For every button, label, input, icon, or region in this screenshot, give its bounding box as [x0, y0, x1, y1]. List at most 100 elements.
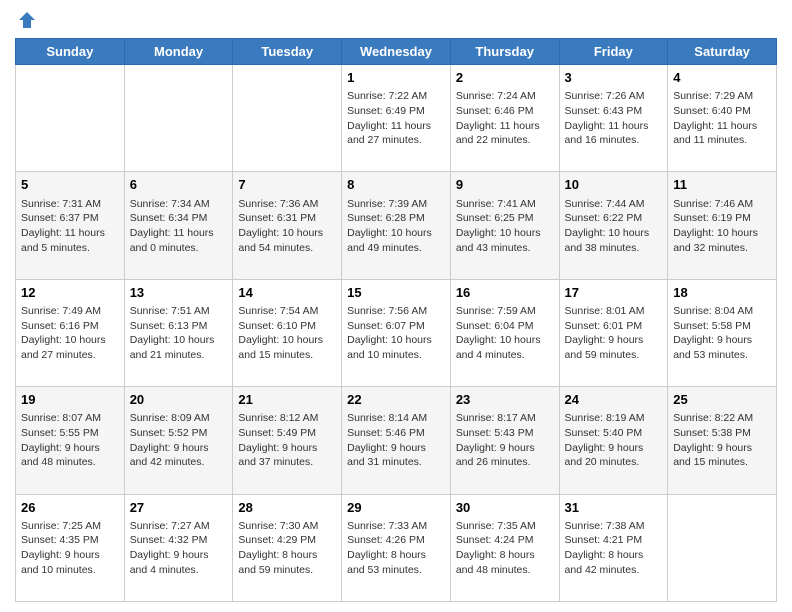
- day-number: 8: [347, 176, 445, 194]
- day-info: Sunrise: 7:24 AMSunset: 6:46 PMDaylight:…: [456, 90, 540, 146]
- calendar-cell: 21 Sunrise: 8:12 AMSunset: 5:49 PMDayligh…: [233, 387, 342, 494]
- calendar-cell: 30 Sunrise: 7:35 AMSunset: 4:24 PMDayligh…: [450, 494, 559, 601]
- calendar-cell: 8 Sunrise: 7:39 AMSunset: 6:28 PMDaylight…: [342, 172, 451, 279]
- calendar-cell: 9 Sunrise: 7:41 AMSunset: 6:25 PMDaylight…: [450, 172, 559, 279]
- day-info: Sunrise: 7:22 AMSunset: 6:49 PMDaylight:…: [347, 90, 431, 146]
- calendar-cell: 31 Sunrise: 7:38 AMSunset: 4:21 PMDayligh…: [559, 494, 668, 601]
- day-info: Sunrise: 7:27 AMSunset: 4:32 PMDaylight:…: [130, 520, 210, 576]
- day-info: Sunrise: 8:19 AMSunset: 5:40 PMDaylight:…: [565, 412, 645, 468]
- calendar-cell: 24 Sunrise: 8:19 AMSunset: 5:40 PMDayligh…: [559, 387, 668, 494]
- day-number: 20: [130, 391, 228, 409]
- calendar-cell: [16, 65, 125, 172]
- calendar-cell: 26 Sunrise: 7:25 AMSunset: 4:35 PMDayligh…: [16, 494, 125, 601]
- calendar-cell: 20 Sunrise: 8:09 AMSunset: 5:52 PMDayligh…: [124, 387, 233, 494]
- day-info: Sunrise: 7:35 AMSunset: 4:24 PMDaylight:…: [456, 520, 536, 576]
- day-number: 11: [673, 176, 771, 194]
- calendar-cell: 23 Sunrise: 8:17 AMSunset: 5:43 PMDayligh…: [450, 387, 559, 494]
- day-number: 15: [347, 284, 445, 302]
- calendar-cell: 5 Sunrise: 7:31 AMSunset: 6:37 PMDaylight…: [16, 172, 125, 279]
- calendar-cell: 27 Sunrise: 7:27 AMSunset: 4:32 PMDayligh…: [124, 494, 233, 601]
- day-info: Sunrise: 7:25 AMSunset: 4:35 PMDaylight:…: [21, 520, 101, 576]
- calendar-cell: 17 Sunrise: 8:01 AMSunset: 6:01 PMDayligh…: [559, 279, 668, 386]
- calendar-cell: [233, 65, 342, 172]
- day-info: Sunrise: 8:22 AMSunset: 5:38 PMDaylight:…: [673, 412, 753, 468]
- day-number: 14: [238, 284, 336, 302]
- day-number: 26: [21, 499, 119, 517]
- day-info: Sunrise: 7:39 AMSunset: 6:28 PMDaylight:…: [347, 198, 432, 254]
- week-row-3: 12 Sunrise: 7:49 AMSunset: 6:16 PMDayligh…: [16, 279, 777, 386]
- day-info: Sunrise: 7:36 AMSunset: 6:31 PMDaylight:…: [238, 198, 323, 254]
- day-number: 17: [565, 284, 663, 302]
- day-info: Sunrise: 8:14 AMSunset: 5:46 PMDaylight:…: [347, 412, 427, 468]
- page: SundayMondayTuesdayWednesdayThursdayFrid…: [0, 0, 792, 612]
- day-info: Sunrise: 7:34 AMSunset: 6:34 PMDaylight:…: [130, 198, 214, 254]
- column-header-thursday: Thursday: [450, 39, 559, 65]
- day-info: Sunrise: 8:17 AMSunset: 5:43 PMDaylight:…: [456, 412, 536, 468]
- calendar-cell: 28Sunrise: 7:30 AMSunset: 4:29 PMDayligh…: [233, 494, 342, 601]
- calendar-cell: 13 Sunrise: 7:51 AMSunset: 6:13 PMDayligh…: [124, 279, 233, 386]
- calendar-cell: 22 Sunrise: 8:14 AMSunset: 5:46 PMDayligh…: [342, 387, 451, 494]
- day-number: 10: [565, 176, 663, 194]
- day-info: Sunrise: 7:33 AMSunset: 4:26 PMDaylight:…: [347, 520, 427, 576]
- column-header-saturday: Saturday: [668, 39, 777, 65]
- calendar-cell: 11 Sunrise: 7:46 AMSunset: 6:19 PMDayligh…: [668, 172, 777, 279]
- calendar-cell: 6 Sunrise: 7:34 AMSunset: 6:34 PMDaylight…: [124, 172, 233, 279]
- day-info: Sunrise: 7:41 AMSunset: 6:25 PMDaylight:…: [456, 198, 541, 254]
- day-number: 23: [456, 391, 554, 409]
- calendar-cell: 10 Sunrise: 7:44 AMSunset: 6:22 PMDayligh…: [559, 172, 668, 279]
- header: [15, 10, 777, 30]
- day-number: 25: [673, 391, 771, 409]
- calendar-cell: 18Sunrise: 8:04 AMSunset: 5:58 PMDayligh…: [668, 279, 777, 386]
- day-info: Sunrise: 7:44 AMSunset: 6:22 PMDaylight:…: [565, 198, 650, 254]
- day-info: Sunrise: 8:09 AMSunset: 5:52 PMDaylight:…: [130, 412, 210, 468]
- column-header-friday: Friday: [559, 39, 668, 65]
- day-number: 13: [130, 284, 228, 302]
- day-number: 9: [456, 176, 554, 194]
- day-number: 21: [238, 391, 336, 409]
- day-number: 4: [673, 69, 771, 87]
- calendar-cell: 19Sunrise: 8:07 AMSunset: 5:55 PMDayligh…: [16, 387, 125, 494]
- calendar-cell: 15Sunrise: 7:56 AMSunset: 6:07 PMDayligh…: [342, 279, 451, 386]
- week-row-1: 1 Sunrise: 7:22 AMSunset: 6:49 PMDaylight…: [16, 65, 777, 172]
- day-number: 22: [347, 391, 445, 409]
- day-info: Sunrise: 7:46 AMSunset: 6:19 PMDaylight:…: [673, 198, 758, 254]
- calendar-table: SundayMondayTuesdayWednesdayThursdayFrid…: [15, 38, 777, 602]
- calendar-cell: 16Sunrise: 7:59 AMSunset: 6:04 PMDayligh…: [450, 279, 559, 386]
- week-row-5: 26 Sunrise: 7:25 AMSunset: 4:35 PMDayligh…: [16, 494, 777, 601]
- calendar-cell: 7 Sunrise: 7:36 AMSunset: 6:31 PMDaylight…: [233, 172, 342, 279]
- calendar-cell: 2 Sunrise: 7:24 AMSunset: 6:46 PMDaylight…: [450, 65, 559, 172]
- logo-icon: [17, 10, 37, 30]
- day-info: Sunrise: 8:12 AMSunset: 5:49 PMDaylight:…: [238, 412, 318, 468]
- day-number: 1: [347, 69, 445, 87]
- day-info: Sunrise: 8:04 AMSunset: 5:58 PMDaylight:…: [673, 305, 753, 361]
- day-info: Sunrise: 7:38 AMSunset: 4:21 PMDaylight:…: [565, 520, 645, 576]
- day-info: Sunrise: 8:01 AMSunset: 6:01 PMDaylight:…: [565, 305, 645, 361]
- day-info: Sunrise: 7:51 AMSunset: 6:13 PMDaylight:…: [130, 305, 215, 361]
- day-number: 24: [565, 391, 663, 409]
- day-number: 7: [238, 176, 336, 194]
- day-number: 12: [21, 284, 119, 302]
- calendar-cell: 12 Sunrise: 7:49 AMSunset: 6:16 PMDayligh…: [16, 279, 125, 386]
- day-info: Sunrise: 7:31 AMSunset: 6:37 PMDaylight:…: [21, 198, 105, 254]
- day-number: 5: [21, 176, 119, 194]
- calendar-cell: 25 Sunrise: 8:22 AMSunset: 5:38 PMDayligh…: [668, 387, 777, 494]
- day-number: 30: [456, 499, 554, 517]
- calendar-cell: [124, 65, 233, 172]
- day-info: Sunrise: 7:54 AMSunset: 6:10 PMDaylight:…: [238, 305, 323, 361]
- day-number: 6: [130, 176, 228, 194]
- day-number: 3: [565, 69, 663, 87]
- calendar-cell: 14 Sunrise: 7:54 AMSunset: 6:10 PMDayligh…: [233, 279, 342, 386]
- week-row-2: 5 Sunrise: 7:31 AMSunset: 6:37 PMDaylight…: [16, 172, 777, 279]
- day-number: 27: [130, 499, 228, 517]
- day-info: Sunrise: 7:29 AMSunset: 6:40 PMDaylight:…: [673, 90, 757, 146]
- day-info: Sunrise: 8:07 AMSunset: 5:55 PMDaylight:…: [21, 412, 101, 468]
- column-header-wednesday: Wednesday: [342, 39, 451, 65]
- day-number: 29: [347, 499, 445, 517]
- day-number: 16: [456, 284, 554, 302]
- column-header-sunday: Sunday: [16, 39, 125, 65]
- column-header-monday: Monday: [124, 39, 233, 65]
- day-number: 2: [456, 69, 554, 87]
- column-header-tuesday: Tuesday: [233, 39, 342, 65]
- day-info: Sunrise: 7:49 AMSunset: 6:16 PMDaylight:…: [21, 305, 106, 361]
- day-number: 31: [565, 499, 663, 517]
